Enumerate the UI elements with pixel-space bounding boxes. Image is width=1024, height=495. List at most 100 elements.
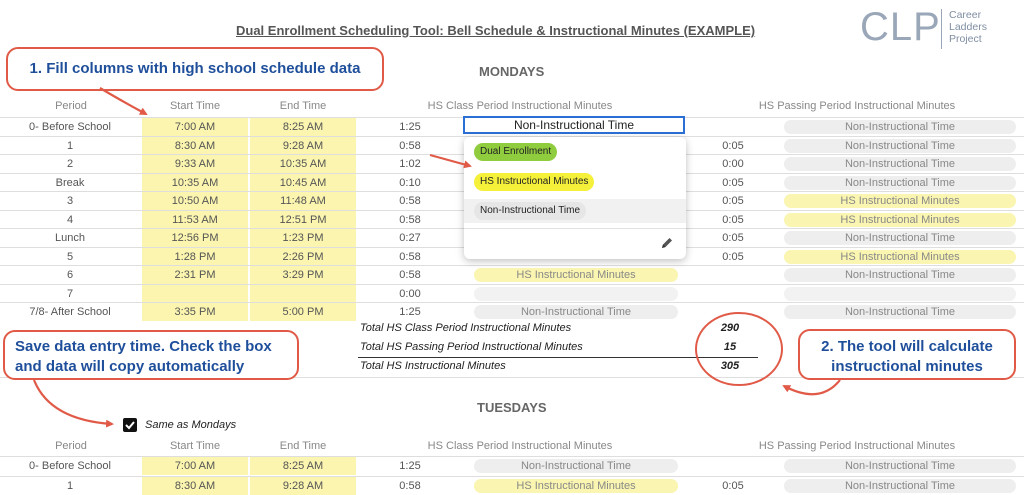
duration-cell: 0:58 — [399, 195, 421, 207]
option-non-instructional[interactable]: Non-Instructional Time — [474, 202, 587, 220]
end-time-cell[interactable]: 10:45 AM — [250, 173, 356, 192]
start-time-cell[interactable]: 1:28 PM — [142, 247, 248, 266]
passing-minutes-chip[interactable]: Non-Instructional Time — [784, 120, 1016, 134]
passing-minutes-chip[interactable]: HS Instructional Minutes — [784, 212, 1016, 227]
passing-minutes-chip[interactable]: Non-Instructional Time — [784, 268, 1016, 282]
end-time-cell[interactable]: 9:28 AM — [250, 476, 356, 495]
tue-header-start: Start Time — [169, 440, 221, 452]
end-time-cell[interactable]: 3:29 PM — [250, 266, 356, 284]
header-class-minutes: HS Class Period Instructional Minutes — [427, 100, 613, 112]
start-time-cell[interactable]: 10:35 AM — [142, 173, 248, 192]
duration-cell: 0:58 — [399, 250, 421, 263]
duration-cell: 1:02 — [399, 158, 421, 170]
start-time-cell[interactable]: 8:30 AM — [142, 476, 248, 495]
start-time-cell[interactable]: 11:53 AM — [142, 210, 248, 229]
monday-section-title: MONDAYS — [479, 64, 545, 79]
table-row: 1 8:30 AM 9:28 AM 0:58 HS Instructional Minu… — [0, 476, 1024, 495]
table-row: 6 2:31 PM 3:29 PM 0:58 HS Instructional Minu… — [0, 266, 1024, 284]
passing-minutes-chip[interactable]: Non-Instructional Time — [784, 175, 1016, 190]
passing-minutes-chip[interactable]: HS Instructional Minutes — [784, 194, 1016, 208]
start-time-cell[interactable]: 10:50 AM — [142, 192, 248, 210]
end-time-cell[interactable]: 12:51 PM — [250, 210, 356, 229]
passing-duration-cell — [688, 285, 778, 303]
callout-calc-line1: 2. The tool will calculate — [821, 338, 993, 355]
duration-cell: 0:27 — [399, 232, 421, 244]
start-time-cell[interactable]: 12:56 PM — [142, 229, 248, 247]
end-time-cell[interactable]: 10:35 AM — [250, 155, 356, 173]
start-time-cell[interactable]: 9:33 AM — [142, 155, 248, 173]
end-time-cell[interactable]: 9:28 AM — [250, 136, 356, 155]
callout-save-time: Save data entry time. Check the box and … — [3, 330, 299, 380]
passing-minutes-chip[interactable]: Non-Instructional Time — [784, 157, 1016, 171]
active-cell[interactable]: Non-Instructional Time — [463, 116, 685, 134]
passing-minutes-chip[interactable]: Non-Instructional Time — [784, 478, 1016, 493]
duration-cell: 0:58 — [399, 269, 421, 281]
start-time-cell[interactable]: 2:31 PM — [142, 266, 248, 284]
header-period: Period — [55, 100, 87, 112]
passing-duration-cell: 0:05 — [722, 232, 744, 244]
period-cell: Lunch — [55, 232, 85, 244]
passing-duration-cell — [688, 266, 778, 284]
passing-minutes-chip[interactable] — [784, 286, 1016, 301]
passing-minutes-chip[interactable]: Non-Instructional Time — [784, 138, 1016, 153]
checkmark-icon — [125, 421, 135, 430]
same-as-mondays-label: Same as Mondays — [145, 419, 237, 431]
passing-minutes-chip[interactable]: Non-Instructional Time — [784, 231, 1016, 245]
period-cell: 4 — [66, 213, 74, 226]
duration-cell: 0:58 — [399, 213, 421, 226]
passing-duration-cell: 0:05 — [722, 195, 744, 207]
passing-minutes-chip[interactable]: Non-Instructional Time — [784, 305, 1016, 319]
end-time-cell[interactable]: 8:25 AM — [250, 118, 356, 136]
callout-save-line1: Save data entry time. Check the box — [15, 338, 272, 355]
option-hs-instructional[interactable]: HS Instructional Minutes — [474, 173, 595, 191]
end-time-cell[interactable]: 11:48 AM — [250, 192, 356, 210]
end-time-cell[interactable]: 2:26 PM — [250, 247, 356, 266]
passing-duration-cell: 0:05 — [722, 479, 744, 492]
logo-line1: Career — [949, 9, 982, 21]
class-minutes-chip[interactable]: HS Instructional Minutes — [474, 268, 678, 282]
end-time-cell[interactable]: 1:23 PM — [250, 229, 356, 247]
period-cell: 7/8- After School — [29, 306, 111, 318]
period-cell: 7 — [66, 287, 74, 300]
period-cell: 5 — [66, 250, 74, 263]
page-title: Dual Enrollment Scheduling Tool: Bell Sc… — [236, 23, 756, 38]
class-minutes-chip[interactable]: Non-Instructional Time — [474, 305, 678, 319]
end-time-cell[interactable]: 5:00 PM — [250, 303, 356, 321]
class-minutes-chip[interactable] — [474, 286, 678, 301]
duration-cell: 0:00 — [399, 287, 421, 300]
class-minutes-chip[interactable]: HS Instructional Minutes — [474, 478, 678, 493]
callout-save-line2: and data will copy automatically — [15, 358, 245, 375]
duration-cell: 0:10 — [399, 176, 421, 189]
start-time-cell[interactable]: 7:00 AM — [142, 457, 248, 475]
period-cell: 1 — [66, 479, 74, 492]
start-time-cell[interactable]: 3:35 PM — [142, 303, 248, 321]
pencil-icon[interactable] — [660, 236, 674, 250]
start-time-cell[interactable]: 8:30 AM — [142, 136, 248, 155]
tue-header-period: Period — [55, 440, 87, 452]
passing-duration-cell: 0:05 — [722, 213, 744, 226]
period-cell: 0- Before School — [29, 121, 111, 133]
duration-cell: 1:25 — [399, 121, 421, 133]
passing-minutes-chip[interactable]: Non-Instructional Time — [784, 459, 1016, 473]
callout-fill-columns: 1. Fill columns with high school schedul… — [6, 47, 384, 91]
start-time-cell[interactable] — [142, 284, 248, 303]
start-time-cell[interactable]: 7:00 AM — [142, 118, 248, 136]
callout-calculate: 2. The tool will calculate instructional… — [798, 329, 1016, 380]
total-label: Total HS Class Period Instructional Minu… — [360, 322, 572, 334]
passing-duration-cell: 0:00 — [722, 158, 744, 170]
end-time-cell[interactable]: 8:25 AM — [250, 457, 356, 475]
logo-line2: Ladders — [949, 21, 987, 33]
header-passing-minutes: HS Passing Period Instructional Minutes — [758, 100, 956, 112]
class-minutes-chip[interactable]: Non-Instructional Time — [474, 459, 678, 473]
same-as-mondays-checkbox[interactable] — [123, 418, 137, 432]
header-end: End Time — [279, 100, 327, 112]
period-cell: 1 — [66, 139, 74, 152]
option-dual-enrollment[interactable]: Dual Enrollment — [474, 143, 558, 161]
passing-minutes-chip[interactable]: HS Instructional Minutes — [784, 249, 1016, 264]
passing-duration-cell — [688, 303, 778, 321]
duration-cell: 0:58 — [399, 139, 421, 152]
period-cell: Break — [55, 176, 85, 189]
end-time-cell[interactable] — [250, 284, 356, 303]
passing-duration-cell: 0:05 — [722, 139, 744, 152]
logo-text: Career Ladders Project — [949, 9, 987, 45]
